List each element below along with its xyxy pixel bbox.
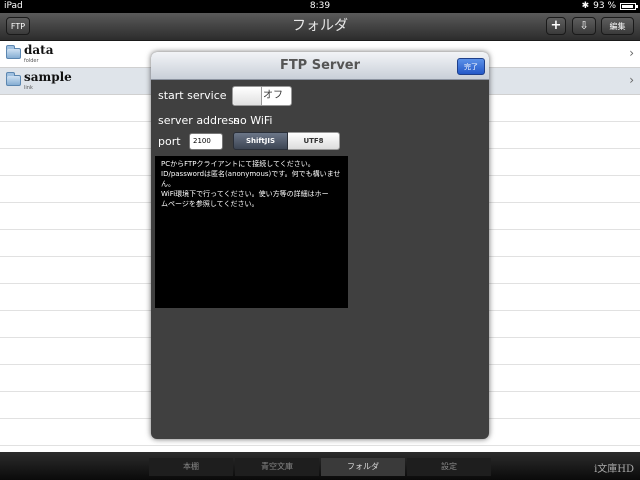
tab-bar: 本棚 青空文庫 フォルダ 設定 i文庫HD xyxy=(0,452,640,480)
tab-settings[interactable]: 設定 xyxy=(407,458,491,476)
tab-folder[interactable]: フォルダ xyxy=(321,458,405,476)
file-type: link xyxy=(24,85,33,91)
download-button[interactable]: ⇩ xyxy=(572,17,596,35)
port-input[interactable]: 2100 xyxy=(189,133,223,150)
ftp-server-dialog: FTP Server 完了 start service オフ server ad… xyxy=(151,52,489,439)
encoding-shiftjis-option[interactable]: ShiftJIS xyxy=(233,132,288,150)
info-line: WiFi環境下で行ってください。使い方等の詳細はホー xyxy=(161,190,329,198)
nav-bar: FTP フォルダ + ⇩ 編集 xyxy=(0,13,640,41)
start-service-toggle[interactable]: オフ xyxy=(232,86,292,106)
add-button[interactable]: + xyxy=(546,17,566,35)
toggle-state: オフ xyxy=(263,90,283,101)
tab-aozora[interactable]: 青空文庫 xyxy=(235,458,319,476)
toggle-knob xyxy=(233,87,262,105)
dialog-title: FTP Server xyxy=(279,58,361,73)
folder-icon xyxy=(6,72,21,86)
file-name: data xyxy=(24,43,54,57)
battery-percent: 93 % xyxy=(593,1,616,11)
battery-icon xyxy=(620,3,638,10)
tab-bookshelf[interactable]: 本棚 xyxy=(149,458,233,476)
server-address-value: no WiFi xyxy=(233,114,273,127)
chevron-right-icon: › xyxy=(629,46,634,60)
download-icon: ⇩ xyxy=(579,19,589,32)
encoding-utf8-option[interactable]: UTF8 xyxy=(288,132,340,150)
info-line: ID/passwordは匿名(anonymous)です。何でも構いませ xyxy=(161,170,341,178)
done-button[interactable]: 完了 xyxy=(457,58,485,75)
chevron-right-icon: › xyxy=(629,73,634,87)
info-line: ん。 xyxy=(161,180,175,188)
file-name: sample xyxy=(24,70,72,84)
clock: 8:39 xyxy=(309,1,331,11)
dialog-header: FTP Server 完了 xyxy=(151,52,489,80)
server-address-label: server address xyxy=(158,114,240,127)
edit-button[interactable]: 編集 xyxy=(601,17,634,35)
port-label: port xyxy=(158,135,181,148)
info-line: ムページを参照してください。 xyxy=(161,200,259,208)
file-type: folder xyxy=(24,58,39,64)
folder-icon xyxy=(6,45,21,59)
status-bar: iPad 8:39 ✱ 93 % xyxy=(0,0,640,13)
app-logo: i文庫HD xyxy=(594,464,634,475)
plus-icon: + xyxy=(550,18,562,33)
page-title: フォルダ xyxy=(292,18,348,34)
bluetooth-icon: ✱ xyxy=(581,1,590,11)
info-text-box: PCからFTPクライアントにて接続してください。 ID/passwordは匿名(… xyxy=(155,156,348,308)
info-line: PCからFTPクライアントにて接続してください。 xyxy=(161,160,315,168)
start-service-label: start service xyxy=(158,89,227,102)
